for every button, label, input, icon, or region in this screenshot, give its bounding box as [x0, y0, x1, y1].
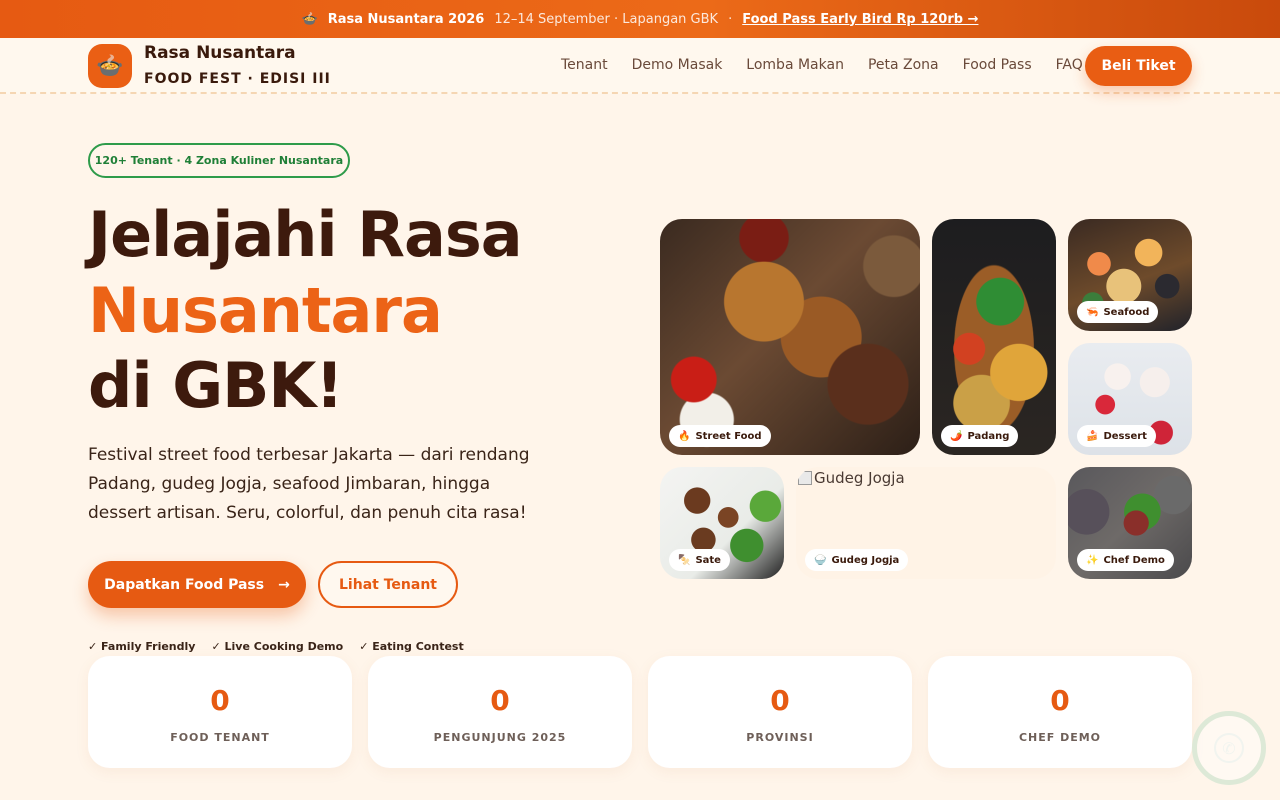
stat-label: PENGUNJUNG 2025: [433, 731, 567, 744]
rice-bowl-icon: 🍚: [814, 554, 827, 566]
stat-card-visitors: 0 PENGUNJUNG 2025: [368, 656, 632, 768]
stat-label: CHEF DEMO: [1018, 731, 1102, 744]
main-nav: Tenant Demo Masak Lomba Makan Peta Zona …: [561, 57, 1083, 73]
hero-title-line1: Jelajahi Rasa: [88, 198, 523, 271]
stat-card-tenant: 0 FOOD TENANT: [88, 656, 352, 768]
hero-lead: Festival street food terbesar Jakarta — …: [88, 445, 530, 523]
stat-label: PROVINSI: [746, 731, 814, 744]
tag-seafood: 🦐 Seafood: [1077, 301, 1159, 323]
nav-peta-zona[interactable]: Peta Zona: [868, 57, 939, 73]
gallery-sate[interactable]: 🍢 Sate: [660, 467, 784, 579]
site-header: 🍲 Rasa Nusantara FOOD FEST · EDISI III T…: [0, 38, 1280, 94]
gallery-chef-demo[interactable]: ✨ Chef Demo: [1068, 467, 1192, 579]
feature-cooking-demo: ✓ Live Cooking Demo: [211, 640, 344, 653]
tag-gudeg-jogja: 🍚 Gudeg Jogja: [805, 549, 909, 571]
stat-card-provinces: 0 PROVINSI: [648, 656, 912, 768]
announcement-date: 12–14 September · Lapangan GBK: [494, 11, 719, 27]
get-food-pass-label: Dapatkan Food Pass: [104, 576, 265, 593]
tag-chef-demo: ✨ Chef Demo: [1077, 549, 1174, 571]
buy-ticket-button[interactable]: Beli Tiket: [1085, 46, 1192, 86]
broken-image: Gudeg Jogja: [798, 469, 905, 487]
stat-value: 0: [210, 684, 230, 717]
feature-eating-contest: ✓ Eating Contest: [359, 640, 464, 653]
tag-label: Seafood: [1103, 306, 1150, 318]
announcement-event: Rasa Nusantara 2026: [327, 11, 485, 27]
cake-icon: 🍰: [1086, 430, 1099, 442]
tag-label: Dessert: [1103, 430, 1147, 442]
stat-value: 0: [1050, 684, 1070, 717]
arrow-right-icon: →: [278, 576, 290, 593]
sparkle-icon: ✨: [1086, 554, 1099, 566]
brand-subtitle: FOOD FEST · EDISI III: [144, 71, 331, 87]
broken-image-icon: [798, 471, 812, 485]
image-alt-text: Gudeg Jogja: [814, 469, 905, 487]
tag-padang: 🌶️ Padang: [941, 425, 1019, 447]
gallery-dessert[interactable]: 🍰 Dessert: [1068, 343, 1192, 455]
hero-title-line3: di GBK!: [88, 349, 344, 422]
tag-label: Street Food: [695, 430, 762, 442]
view-tenant-button[interactable]: Lihat Tenant: [318, 561, 458, 608]
nav-food-pass[interactable]: Food Pass: [963, 57, 1032, 73]
brand-name[interactable]: Rasa Nusantara: [144, 43, 296, 63]
tag-street-food: 🔥 Street Food: [669, 425, 771, 447]
tag-sate: 🍢 Sate: [669, 549, 730, 571]
stat-value: 0: [490, 684, 510, 717]
fire-icon: 🔥: [678, 430, 691, 442]
nav-demo-masak[interactable]: Demo Masak: [632, 57, 723, 73]
tag-dessert: 🍰 Dessert: [1077, 425, 1156, 447]
stat-value: 0: [770, 684, 790, 717]
tag-label: Sate: [695, 554, 721, 566]
pot-icon: 🍲: [301, 11, 318, 27]
get-food-pass-button[interactable]: Dapatkan Food Pass →: [88, 561, 306, 608]
early-bird-link[interactable]: Food Pass Early Bird Rp 120rb →: [742, 12, 978, 27]
gallery-street-food[interactable]: 🔥 Street Food: [660, 219, 920, 455]
nav-tenant[interactable]: Tenant: [561, 57, 608, 73]
hero-title-line2: Nusantara: [88, 274, 443, 347]
announcement-bar: 🍲 Rasa Nusantara 2026 12–14 September · …: [0, 0, 1280, 38]
nav-faq[interactable]: FAQ: [1056, 57, 1083, 73]
tenant-count-pill: 120+ Tenant · 4 Zona Kuliner Nusantara: [88, 143, 350, 178]
feature-list: ✓ Family Friendly ✓ Live Cooking Demo ✓ …: [88, 640, 464, 653]
feature-family: ✓ Family Friendly: [88, 640, 196, 653]
gallery-padang[interactable]: 🌶️ Padang: [932, 219, 1056, 455]
tag-label: Chef Demo: [1103, 554, 1165, 566]
tag-label: Gudeg Jogja: [831, 554, 900, 566]
gallery-seafood[interactable]: 🦐 Seafood: [1068, 219, 1192, 331]
whatsapp-icon: ✆: [1214, 733, 1244, 763]
logo-icon[interactable]: 🍲: [88, 44, 132, 88]
chili-icon: 🌶️: [950, 430, 963, 442]
nav-lomba-makan[interactable]: Lomba Makan: [746, 57, 844, 73]
gallery-gudeg-jogja[interactable]: Gudeg Jogja 🍚 Gudeg Jogja: [796, 467, 1056, 579]
skewer-icon: 🍢: [678, 554, 691, 566]
whatsapp-chat-button[interactable]: ✆: [1192, 711, 1266, 785]
stat-label: FOOD TENANT: [170, 731, 270, 744]
stat-card-chef-demo: 0 CHEF DEMO: [928, 656, 1192, 768]
announcement-dot: ·: [728, 11, 733, 27]
tag-label: Padang: [967, 430, 1010, 442]
shrimp-icon: 🦐: [1086, 306, 1099, 318]
